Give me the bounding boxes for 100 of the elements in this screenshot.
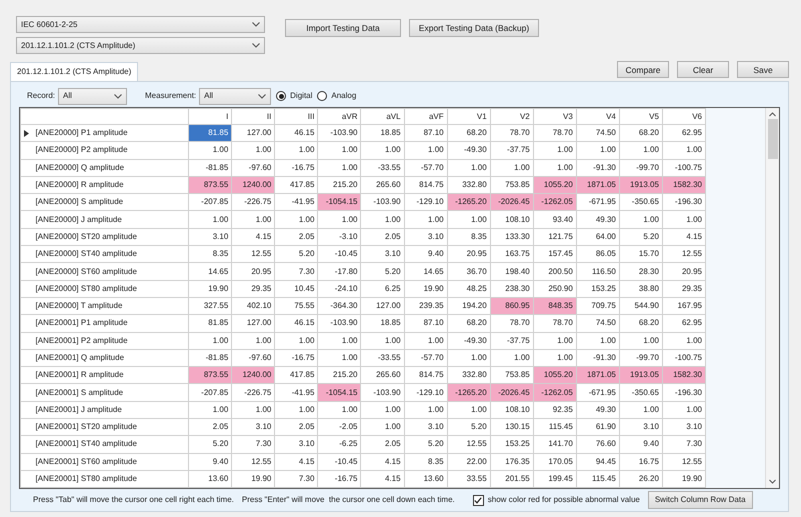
table-cell[interactable]: 49.30: [576, 401, 620, 419]
table-cell[interactable]: -33.55: [360, 159, 404, 176]
table-cell[interactable]: 2.05: [360, 436, 404, 454]
table-cell[interactable]: 64.00: [576, 228, 620, 246]
table-cell[interactable]: 1.00: [188, 401, 232, 419]
table-cell[interactable]: -103.90: [360, 194, 404, 211]
table-cell[interactable]: 4.15: [274, 453, 318, 470]
table-cell[interactable]: 163.75: [490, 246, 534, 263]
table-cell[interactable]: 61.90: [576, 418, 620, 436]
table-cell[interactable]: 10.45: [274, 280, 318, 298]
table-cell[interactable]: -16.75: [274, 159, 318, 176]
table-cell[interactable]: -2026.45: [490, 384, 534, 402]
table-cell[interactable]: 14.65: [188, 262, 232, 280]
radio-option[interactable]: Analog: [317, 90, 356, 102]
column-header[interactable]: V6: [662, 108, 706, 124]
table-cell[interactable]: -57.70: [404, 349, 448, 367]
table-cell[interactable]: -364.30: [318, 297, 361, 315]
table-cell[interactable]: 9.40: [404, 246, 448, 263]
table-cell[interactable]: 8.35: [447, 228, 490, 246]
table-cell[interactable]: 68.20: [447, 124, 490, 142]
table-cell[interactable]: 402.10: [232, 297, 275, 315]
table-cell[interactable]: 22.00: [447, 453, 490, 470]
table-cell[interactable]: 7.30: [274, 262, 318, 280]
table-cell[interactable]: 68.20: [447, 314, 490, 332]
table-cell[interactable]: 38.80: [619, 280, 662, 298]
table-cell[interactable]: 5.20: [404, 436, 448, 454]
table-cell[interactable]: 1.00: [274, 142, 318, 160]
table-cell[interactable]: -1054.15: [318, 384, 361, 402]
table-cell[interactable]: 18.85: [360, 124, 404, 142]
table-cell[interactable]: 108.10: [490, 401, 534, 419]
table-cell[interactable]: 1.00: [447, 349, 490, 367]
table-cell[interactable]: 115.45: [576, 470, 620, 488]
table-cell[interactable]: 201.55: [490, 470, 534, 488]
table-cell[interactable]: 75.55: [274, 297, 318, 315]
table-cell[interactable]: 1.00: [619, 142, 662, 160]
table-cell[interactable]: 1.00: [188, 332, 232, 350]
scroll-up-icon[interactable]: [769, 112, 776, 117]
table-cell[interactable]: 417.85: [274, 366, 318, 384]
table-cell[interactable]: 1582.30: [662, 176, 706, 194]
table-cell[interactable]: 33.55: [447, 470, 490, 488]
compare-button[interactable]: Compare: [617, 61, 669, 78]
table-cell[interactable]: -49.30: [447, 332, 490, 350]
table-cell[interactable]: 130.15: [490, 418, 534, 436]
table-cell[interactable]: 12.55: [447, 436, 490, 454]
table-cell[interactable]: -129.10: [404, 384, 448, 402]
table-cell[interactable]: 814.75: [404, 176, 448, 194]
table-cell[interactable]: 814.75: [404, 366, 448, 384]
table-cell[interactable]: -350.65: [619, 384, 662, 402]
column-header[interactable]: V1: [447, 108, 490, 124]
table-cell[interactable]: -10.45: [318, 453, 361, 470]
record-select[interactable]: All: [58, 88, 128, 104]
table-cell[interactable]: 76.60: [576, 436, 620, 454]
table-cell[interactable]: 74.50: [576, 124, 620, 142]
table-cell[interactable]: 6.25: [360, 280, 404, 298]
table-cell[interactable]: 7.30: [232, 436, 275, 454]
table-cell[interactable]: 1.00: [232, 401, 275, 419]
table-cell[interactable]: 417.85: [274, 176, 318, 194]
table-cell[interactable]: 1.00: [318, 349, 361, 367]
table-cell[interactable]: 2.05: [360, 228, 404, 246]
table-cell[interactable]: -49.30: [447, 142, 490, 160]
table-cell[interactable]: 1.00: [533, 142, 576, 160]
radio-button[interactable]: [317, 91, 328, 101]
table-cell[interactable]: 1.00: [188, 210, 232, 228]
table-cell[interactable]: 2.05: [274, 418, 318, 436]
table-cell[interactable]: 19.90: [232, 470, 275, 488]
table-cell[interactable]: 3.10: [188, 228, 232, 246]
table-cell[interactable]: -1262.05: [533, 194, 576, 211]
table-cell[interactable]: 1.00: [447, 401, 490, 419]
table-cell[interactable]: 238.30: [490, 280, 534, 298]
table-cell[interactable]: 3.10: [404, 228, 448, 246]
table-cell[interactable]: -99.70: [619, 159, 662, 176]
table-cell[interactable]: 19.90: [404, 280, 448, 298]
table-cell[interactable]: 127.00: [232, 314, 275, 332]
table-cell[interactable]: 1.00: [490, 349, 534, 367]
table-cell[interactable]: 9.40: [188, 453, 232, 470]
table-cell[interactable]: 133.30: [490, 228, 534, 246]
table-cell[interactable]: 860.95: [490, 297, 534, 315]
table-cell[interactable]: 1.00: [360, 332, 404, 350]
table-cell[interactable]: 1.00: [188, 142, 232, 160]
table-cell[interactable]: 28.30: [619, 262, 662, 280]
table-cell[interactable]: 20.95: [232, 262, 275, 280]
table-cell[interactable]: 116.50: [576, 262, 620, 280]
table-cell[interactable]: -3.10: [318, 228, 361, 246]
table-cell[interactable]: 3.10: [232, 418, 275, 436]
table-cell[interactable]: -81.85: [188, 159, 232, 176]
table-cell[interactable]: 200.50: [533, 262, 576, 280]
table-cell[interactable]: 36.70: [447, 262, 490, 280]
table-cell[interactable]: 265.60: [360, 176, 404, 194]
table-cell[interactable]: 108.10: [490, 210, 534, 228]
table-cell[interactable]: 1.00: [318, 401, 361, 419]
table-cell[interactable]: 1.00: [318, 210, 361, 228]
standard-select[interactable]: IEC 60601-2-25: [16, 16, 265, 33]
table-cell[interactable]: -103.90: [318, 124, 361, 142]
table-cell[interactable]: 1055.20: [533, 366, 576, 384]
table-cell[interactable]: 121.75: [533, 228, 576, 246]
table-cell[interactable]: 68.20: [619, 124, 662, 142]
table-cell[interactable]: -129.10: [404, 194, 448, 211]
table-cell[interactable]: 1913.05: [619, 366, 662, 384]
table-cell[interactable]: 544.90: [619, 297, 662, 315]
table-cell[interactable]: 26.20: [619, 470, 662, 488]
